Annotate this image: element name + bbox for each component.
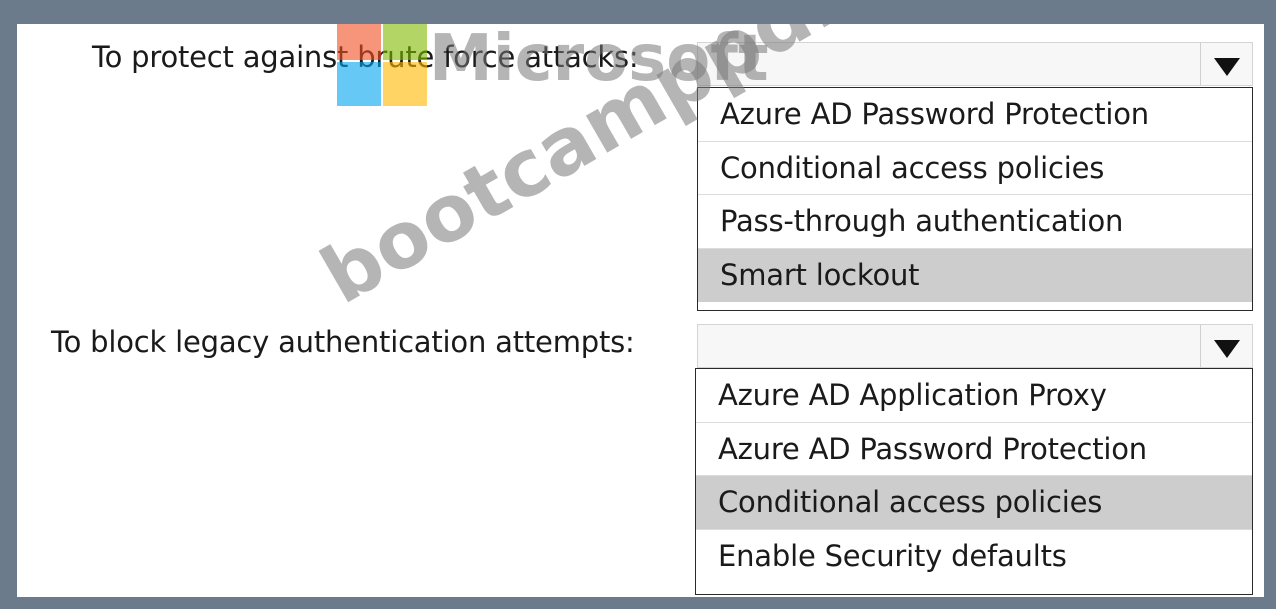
chevron-down-icon[interactable] [1200, 325, 1252, 367]
option-conditional-access-policies[interactable]: Conditional access policies [698, 142, 1252, 195]
dropdown-options-brute-force: Azure AD Password Protection Conditional… [697, 87, 1253, 311]
answer-panel: To protect against brute force attacks: … [17, 24, 1264, 597]
option-enable-security-defaults[interactable]: Enable Security defaults [696, 530, 1252, 584]
logo-square-red [337, 24, 381, 60]
logo-square-blue [337, 62, 381, 106]
option-conditional-access-policies[interactable]: Conditional access policies [696, 476, 1252, 530]
option-pass-through-authentication[interactable]: Pass-through authentication [698, 195, 1252, 249]
question-label-legacy-auth: To block legacy authentication attempts: [51, 325, 635, 359]
option-smart-lockout[interactable]: Smart lockout [698, 248, 1252, 302]
microsoft-logo-watermark [337, 24, 427, 106]
dropdown-options-legacy-auth: Azure AD Application Proxy Azure AD Pass… [695, 368, 1253, 595]
chevron-down-icon[interactable] [1200, 43, 1252, 85]
option-azure-ad-password-protection[interactable]: Azure AD Password Protection [696, 423, 1252, 476]
logo-square-yellow [383, 62, 427, 106]
option-azure-ad-password-protection[interactable]: Azure AD Password Protection [698, 88, 1252, 142]
dropdown-legacy-auth[interactable] [697, 324, 1253, 368]
logo-square-green [383, 24, 427, 60]
option-azure-ad-application-proxy[interactable]: Azure AD Application Proxy [696, 369, 1252, 423]
